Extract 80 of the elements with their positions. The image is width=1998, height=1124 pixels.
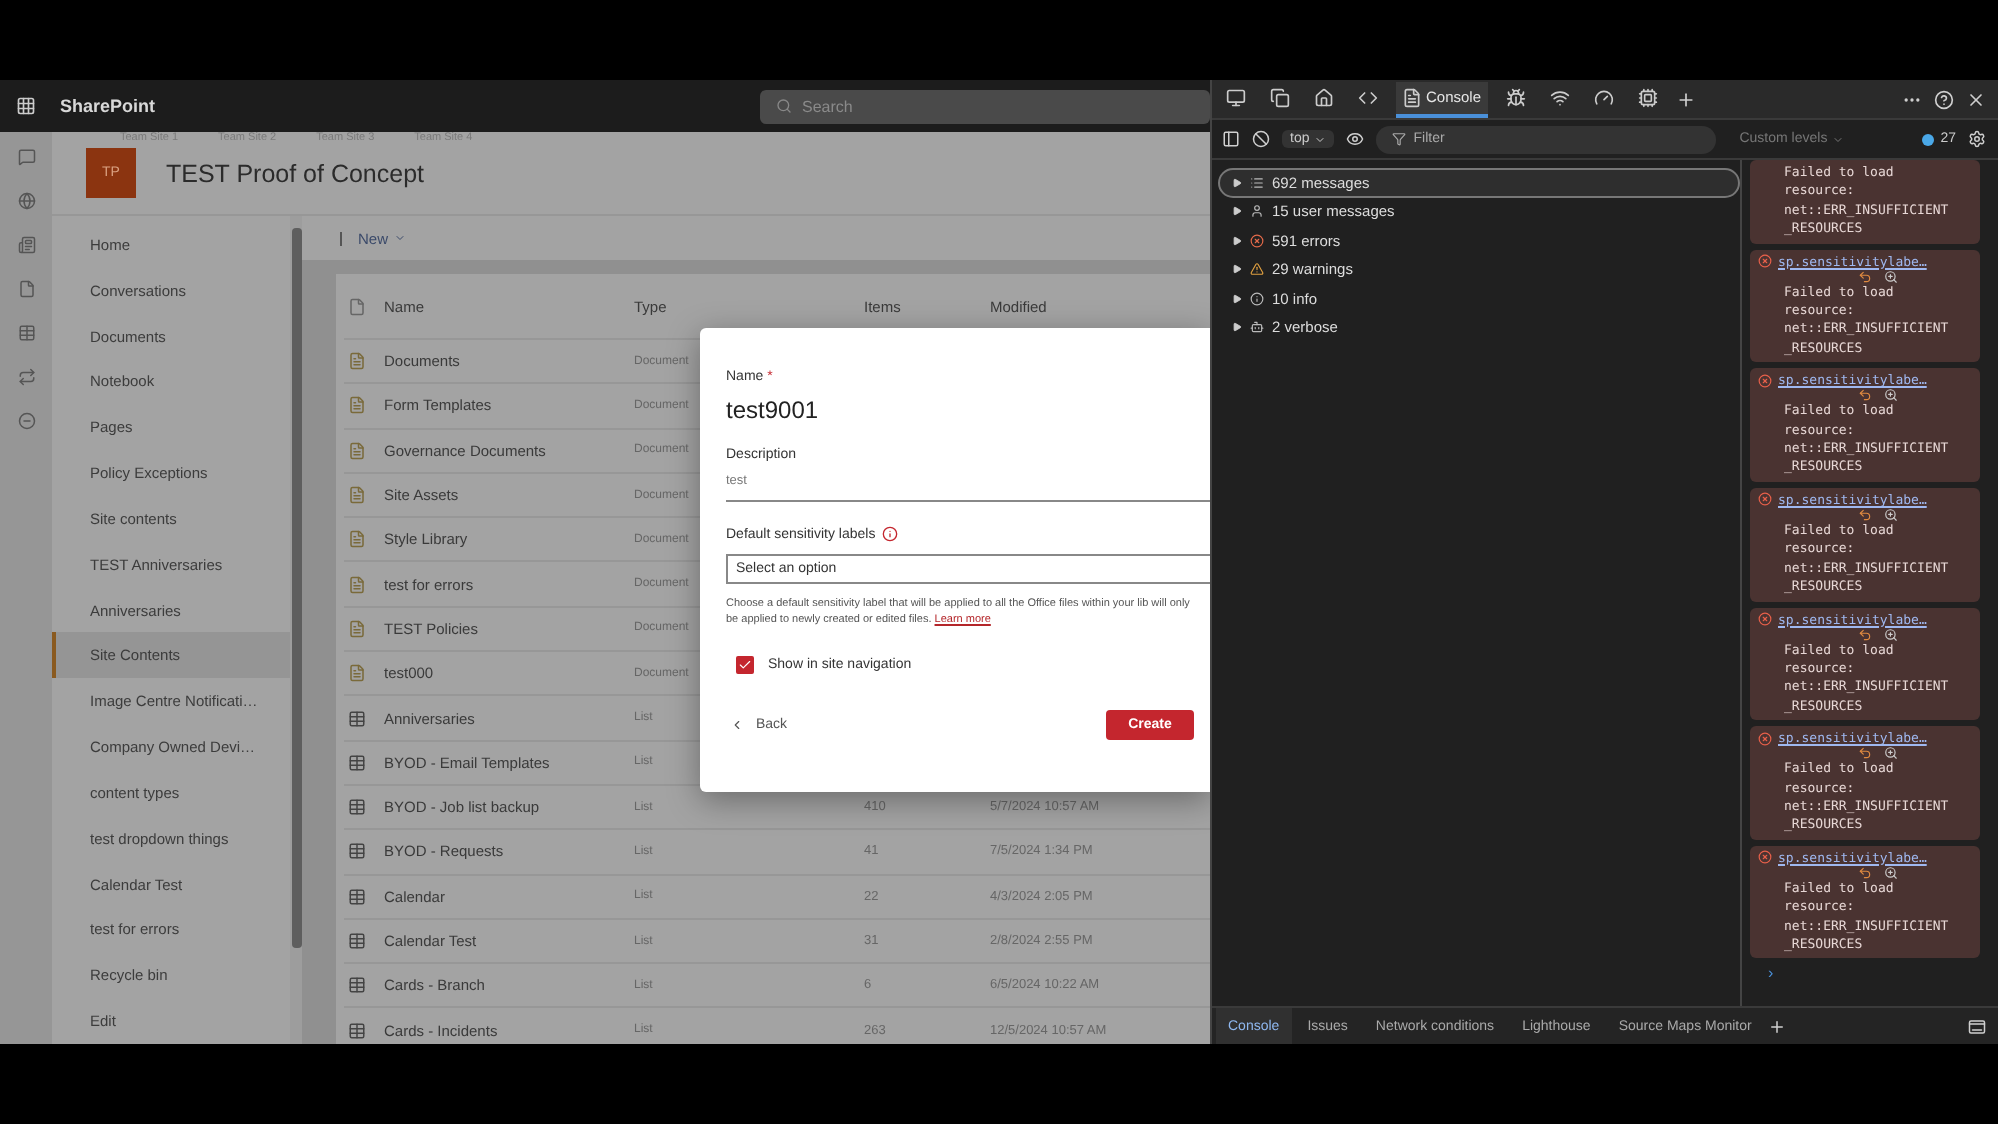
search-icon[interactable] bbox=[1884, 746, 1898, 761]
name-field[interactable]: test9001 bbox=[726, 396, 1210, 424]
warning-icon bbox=[1250, 262, 1264, 277]
search-icon[interactable] bbox=[1884, 269, 1898, 284]
help-icon[interactable] bbox=[1934, 89, 1954, 109]
loop-icon[interactable] bbox=[17, 368, 35, 386]
checkbox[interactable] bbox=[736, 656, 754, 674]
table-icon[interactable] bbox=[17, 324, 35, 342]
list-icon bbox=[348, 887, 366, 906]
search-icon[interactable] bbox=[1884, 865, 1898, 880]
wifi-icon bbox=[1549, 87, 1570, 107]
search-icon[interactable] bbox=[1884, 627, 1898, 641]
list-icon bbox=[348, 976, 366, 995]
list-icon bbox=[348, 798, 366, 817]
expand-arrow-icon bbox=[1232, 264, 1242, 275]
caret-icon bbox=[1313, 133, 1326, 145]
console-prompt[interactable]: › bbox=[1750, 964, 1980, 983]
home-icon bbox=[1314, 87, 1334, 107]
list-icon bbox=[348, 932, 366, 950]
console-icon bbox=[1402, 87, 1422, 107]
dock-icon[interactable] bbox=[1968, 1017, 1986, 1035]
expand-arrow-icon bbox=[1232, 206, 1242, 217]
issue-dot-icon bbox=[1922, 133, 1935, 145]
error-icon bbox=[1758, 492, 1772, 507]
search-icon[interactable] bbox=[1884, 388, 1898, 403]
eye-icon[interactable] bbox=[1345, 130, 1364, 148]
filter-icon bbox=[1391, 132, 1406, 146]
error-icon bbox=[1250, 233, 1264, 248]
info-icon bbox=[1250, 291, 1264, 306]
info-icon[interactable] bbox=[881, 526, 898, 542]
sidebar-toggle-icon[interactable] bbox=[1222, 130, 1240, 148]
chevron-left-icon bbox=[730, 718, 744, 732]
settings-icon[interactable] bbox=[1968, 130, 1986, 148]
code-icon bbox=[1358, 87, 1378, 107]
app-launcher-icon[interactable] bbox=[16, 96, 36, 116]
check-icon bbox=[738, 658, 752, 672]
list-icon bbox=[348, 709, 366, 728]
search-icon bbox=[776, 98, 792, 114]
library-icon bbox=[348, 396, 366, 415]
error-icon bbox=[1758, 731, 1772, 746]
list-icon bbox=[348, 1021, 366, 1040]
search-icon[interactable] bbox=[1884, 507, 1898, 522]
chat-icon[interactable] bbox=[17, 148, 35, 166]
chip-icon bbox=[1637, 87, 1658, 107]
list-icon bbox=[348, 753, 366, 772]
library-icon bbox=[348, 530, 366, 549]
expand-arrow-icon bbox=[1232, 235, 1242, 246]
user-icon bbox=[1250, 204, 1264, 219]
close-icon[interactable] bbox=[1966, 89, 1986, 109]
error-icon bbox=[1758, 373, 1772, 388]
add-tab-icon[interactable] bbox=[1675, 89, 1696, 109]
error-icon bbox=[1758, 850, 1772, 865]
app-name: SharePoint bbox=[60, 96, 156, 116]
library-icon bbox=[348, 619, 366, 638]
file-type-icon bbox=[348, 297, 366, 315]
monitor-icon bbox=[1226, 87, 1246, 107]
error-icon bbox=[1758, 254, 1772, 269]
file-icon[interactable] bbox=[17, 280, 35, 298]
news-icon[interactable] bbox=[17, 236, 35, 254]
search-field[interactable]: Search bbox=[760, 89, 1210, 123]
expand-arrow-icon bbox=[1232, 177, 1242, 188]
library-icon bbox=[348, 575, 366, 594]
list-icon bbox=[1250, 175, 1264, 190]
caret-icon bbox=[394, 232, 407, 244]
library-icon bbox=[348, 664, 366, 683]
add-tab-icon[interactable] bbox=[1767, 1017, 1786, 1035]
clear-console-icon[interactable] bbox=[1252, 130, 1270, 148]
expand-arrow-icon bbox=[1232, 293, 1242, 304]
library-icon bbox=[348, 352, 366, 371]
list-icon bbox=[348, 842, 366, 861]
scrollbar[interactable] bbox=[290, 216, 302, 1044]
library-icon bbox=[348, 486, 366, 505]
gauge-icon bbox=[1593, 87, 1614, 107]
site-title: TEST Proof of Concept bbox=[166, 159, 424, 187]
expand-arrow-icon bbox=[1232, 322, 1242, 333]
error-icon bbox=[1758, 612, 1772, 626]
caret-icon bbox=[1831, 133, 1844, 145]
library-icon bbox=[348, 441, 366, 460]
globe-icon[interactable] bbox=[17, 192, 35, 210]
minus-circle-icon[interactable] bbox=[17, 412, 35, 430]
